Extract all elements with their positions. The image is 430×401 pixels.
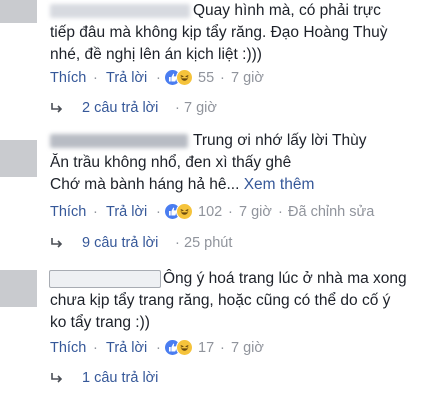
- comment-text-line-3: ko tẩy trang :)): [50, 314, 150, 331]
- comment-actions: Thích · Trả lời · 17 · 7 giờ: [50, 338, 430, 358]
- comment-text-line-2: chưa kịp tẩy trang răng, hoặc cũng có th…: [50, 292, 391, 309]
- commenter-name-redacted[interactable]: [50, 4, 190, 18]
- comment-text-line-2: tiếp đâu mà không kịp tẩy răng. Đạo Hoàn…: [50, 24, 388, 41]
- separator: ·: [156, 70, 161, 86]
- comment-timestamp[interactable]: 7 giờ: [231, 68, 264, 88]
- replies-timestamp: 7 giờ: [184, 100, 217, 116]
- replies-count-link[interactable]: 2 câu trả lời: [82, 98, 158, 118]
- comment-text-line-2: Ăn trầu không nhổ, đen xì thấy ghê: [50, 154, 292, 171]
- comment-text-line-3: nhé, đề nghị lên án kịch liệt :))): [50, 46, 262, 63]
- comment-text-line-1: Ông ý hoá trang lúc ở nhà ma xong: [163, 270, 407, 287]
- commenter-name-redacted[interactable]: [50, 134, 188, 148]
- see-more-link[interactable]: Xem thêm: [244, 176, 315, 193]
- reply-link[interactable]: Trả lời: [106, 68, 147, 88]
- comment-timestamp[interactable]: 7 giờ: [239, 202, 272, 222]
- comment-timestamp[interactable]: 7 giờ: [231, 338, 264, 358]
- comment-text-line-1: Quay hình mà, có phải trực: [193, 2, 381, 19]
- replies-timestamp: 25 phút: [184, 235, 233, 251]
- replies-separator: ·: [175, 235, 180, 251]
- comment-actions: Thích · Trả lời · 102 · 7 giờ · Đã chỉnh…: [50, 202, 430, 222]
- commenter-name-redacted[interactable]: [49, 270, 161, 288]
- reply-link[interactable]: Trả lời: [106, 338, 147, 358]
- separator: ·: [156, 204, 161, 220]
- avatar[interactable]: [0, 0, 37, 23]
- comment-3: Ông ý hoá trang lúc ở nhà ma xong chưa k…: [0, 268, 430, 398]
- haha-reaction-icon: [176, 69, 193, 86]
- reply-arrow-icon: [51, 373, 63, 383]
- like-link[interactable]: Thích: [50, 202, 86, 222]
- comment-actions: Thích · Trả lời · 55 · 7 giờ: [50, 68, 430, 88]
- reaction-icons[interactable]: [164, 339, 196, 357]
- like-link[interactable]: Thích: [50, 338, 86, 358]
- comment-text-line-3: Chớ mà bành háng hả hê... Xem thêm: [50, 174, 314, 196]
- comment-2: Trung ơi nhớ lấy lời Thùy Ăn trầu không …: [0, 130, 430, 260]
- reaction-icons[interactable]: [164, 203, 196, 221]
- reaction-count[interactable]: 55: [198, 68, 214, 88]
- separator: ·: [156, 340, 161, 356]
- separator: ·: [278, 204, 283, 220]
- separator: ·: [93, 340, 98, 356]
- reply-link[interactable]: Trả lời: [106, 202, 147, 222]
- separator: ·: [93, 70, 98, 86]
- view-replies[interactable]: 2 câu trả lời · 7 giờ: [50, 98, 430, 118]
- reaction-icons[interactable]: [164, 69, 196, 87]
- comment-text-truncated: Chớ mà bành háng hả hê...: [50, 176, 240, 193]
- avatar[interactable]: [0, 270, 37, 307]
- reply-arrow-icon: [51, 103, 63, 113]
- reaction-count[interactable]: 17: [198, 338, 214, 358]
- separator: ·: [220, 340, 225, 356]
- haha-reaction-icon: [176, 339, 193, 356]
- view-replies[interactable]: 9 câu trả lời · 25 phút: [50, 233, 430, 253]
- replies-separator: ·: [175, 100, 180, 116]
- comment-text-line-1: Trung ơi nhớ lấy lời Thùy: [193, 132, 367, 149]
- haha-reaction-icon: [176, 203, 193, 220]
- replies-count-link[interactable]: 9 câu trả lời: [82, 233, 158, 253]
- reply-arrow-icon: [51, 238, 63, 248]
- like-link[interactable]: Thích: [50, 68, 86, 88]
- edited-label[interactable]: Đã chỉnh sửa: [288, 202, 374, 222]
- comment-1: Quay hình mà, có phải trực tiếp đâu mà k…: [0, 0, 430, 116]
- avatar[interactable]: [0, 140, 37, 177]
- separator: ·: [93, 204, 98, 220]
- separator: ·: [228, 204, 233, 220]
- replies-count-link[interactable]: 1 câu trả lời: [82, 368, 158, 388]
- separator: ·: [220, 70, 225, 86]
- reaction-count[interactable]: 102: [198, 202, 222, 222]
- view-replies[interactable]: 1 câu trả lời: [50, 368, 430, 388]
